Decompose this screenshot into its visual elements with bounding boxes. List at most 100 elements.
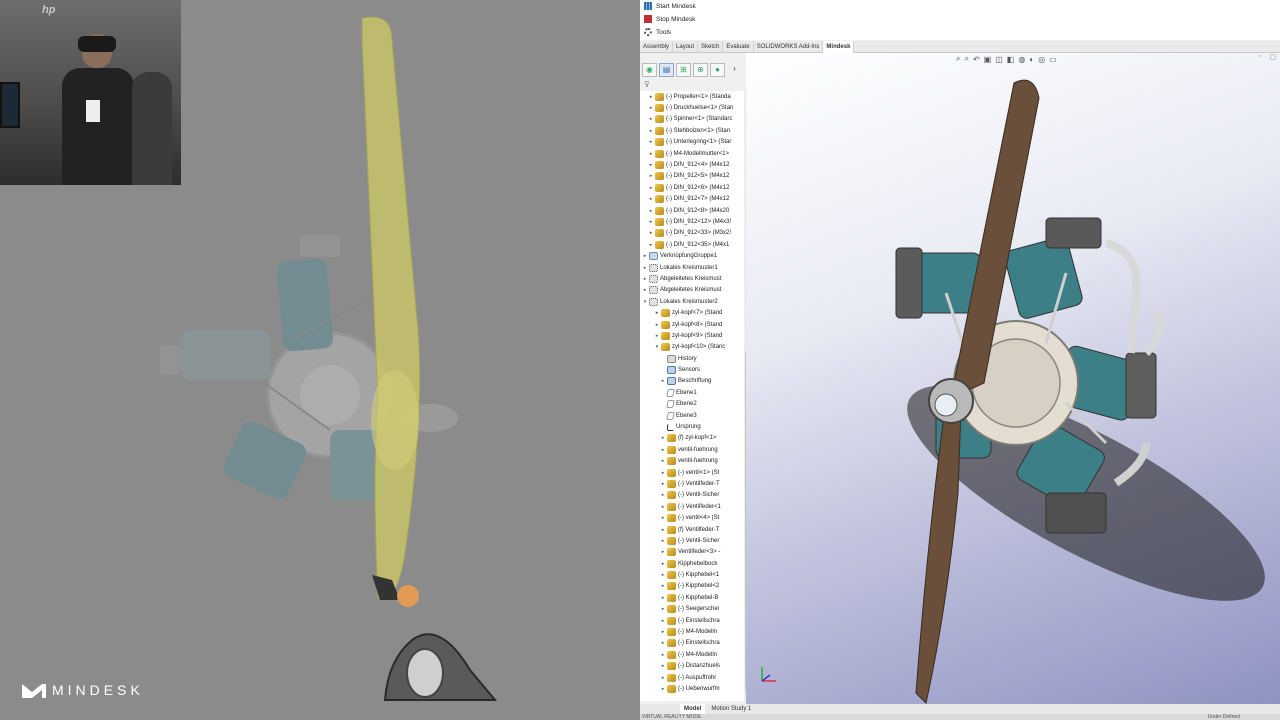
tree-row[interactable]: ▸ (-) Ventil-Sicher — [640, 535, 744, 546]
tree-row[interactable]: ▸ Abgeleitetes Kreismust — [640, 285, 744, 296]
chevron-right-icon[interactable]: ▸ — [642, 276, 648, 282]
chevron-right-icon[interactable]: ▸ — [660, 527, 666, 533]
graphics-viewport[interactable]: ⌕ ⌕ ↶ ▣ ◫ ◧ ◍ ◐ ◎ ▭ ▫ ▢ — [746, 53, 1280, 704]
tree-row[interactable]: ▸ (-) Einstellschra — [640, 638, 744, 649]
tree-row[interactable]: ▸ (-) DIN_912<4> (M4x12 — [640, 159, 744, 170]
feature-tree-icon[interactable]: ▤ — [659, 63, 674, 77]
tools-button[interactable]: Tools — [644, 26, 671, 38]
chevron-right-icon[interactable]: ▸ — [660, 652, 666, 658]
chevron-down-icon[interactable]: ▾ — [642, 299, 648, 305]
chevron-right-icon[interactable]: ▸ — [648, 94, 654, 100]
tree-row[interactable]: ▸ (-) Druckhuelse<1> (Stan — [640, 102, 744, 113]
chevron-right-icon[interactable]: ▸ — [654, 333, 660, 339]
chevron-right-icon[interactable]: ▸ — [660, 618, 666, 624]
tab-model[interactable]: Model — [680, 704, 706, 714]
tree-row[interactable]: ▸ (f) zyl-kopf<1> — [640, 433, 744, 444]
chevron-right-icon[interactable]: ▸ — [642, 253, 648, 259]
tree-row[interactable]: ▸ ventil-fuehrung — [640, 456, 744, 467]
tab-solidworks-add-ins[interactable]: SOLIDWORKS Add-Ins — [754, 41, 824, 53]
chevron-right-icon[interactable]: ▸ — [648, 230, 654, 236]
chevron-right-icon[interactable]: ▸ — [660, 686, 666, 692]
chevron-right-icon[interactable]: ▸ — [660, 458, 666, 464]
tree-row[interactable]: ▸ (-) Ventil-Sicher — [640, 490, 744, 501]
tree-row[interactable]: Ursprung — [640, 421, 744, 432]
chevron-right-icon[interactable]: ▸ — [660, 583, 666, 589]
tree-row[interactable]: ▸ (-) DIN_912<8> (M4x20 — [640, 205, 744, 216]
tree-row[interactable]: ▸ (-) Ventilfeder<1 — [640, 501, 744, 512]
tree-row[interactable]: ▸ (-) M4-Modelln — [640, 649, 744, 660]
chevron-right-icon[interactable]: ▸ — [660, 663, 666, 669]
appearance-icon[interactable]: ● — [710, 63, 725, 77]
tree-row[interactable]: ▸ (-) Kipphebel-B — [640, 592, 744, 603]
chevron-right-icon[interactable]: ▸ — [660, 561, 666, 567]
vr-viewport[interactable]: hp MINDESK — [0, 0, 640, 720]
tree-row[interactable]: Sensors — [640, 364, 744, 375]
chevron-right-icon[interactable]: ▸ — [660, 504, 666, 510]
tree-row[interactable]: Ebene2 — [640, 399, 744, 410]
chevron-right-icon[interactable]: ▸ — [648, 196, 654, 202]
tree-row[interactable]: ▸ (-) Unterlegring<1> (Star — [640, 137, 744, 148]
tab-motion-study-1[interactable]: Motion Study 1 — [707, 704, 755, 714]
tree-row[interactable]: ▸ (-) DIN_912<6> (M4x12 — [640, 182, 744, 193]
chevron-right-icon[interactable]: ▸ — [660, 640, 666, 646]
chevron-right-icon[interactable]: ▸ — [660, 435, 666, 441]
tree-row[interactable]: ▸ (-) DIN_912<33> (M3x2! — [640, 228, 744, 239]
chevron-right-icon[interactable]: ▸ — [660, 378, 666, 384]
chevron-right-icon[interactable]: ▸ — [660, 606, 666, 612]
chevron-right-icon[interactable]: ▸ — [648, 208, 654, 214]
tree-row[interactable]: ▸ (-) DIN_912<35> (M4x1 — [640, 239, 744, 250]
start-mindesk-button[interactable]: Start Mindesk — [644, 0, 696, 12]
tree-row[interactable]: ▸ VerknüpfungGruppe1 — [640, 250, 744, 261]
property-manager-icon[interactable]: ⊞ — [676, 63, 691, 77]
tree-row[interactable]: ▸ Kipphebelbock — [640, 558, 744, 569]
chevron-right-icon[interactable]: ▸ — [648, 151, 654, 157]
chevron-right-icon[interactable]: › — [727, 63, 742, 77]
tree-row[interactable]: ▸ (-) Einstellschra — [640, 615, 744, 626]
tree-row[interactable]: ▸ (-) ventil<1> (St — [640, 467, 744, 478]
chevron-right-icon[interactable]: ▸ — [648, 185, 654, 191]
tree-row[interactable]: ▸ (f) Ventilfeder-T — [640, 524, 744, 535]
tree-row[interactable]: Ebene3 — [640, 410, 744, 421]
tree-row[interactable]: Ebene1 — [640, 387, 744, 398]
display-pane-icon[interactable]: ◉ — [642, 63, 657, 77]
chevron-right-icon[interactable]: ▸ — [648, 105, 654, 111]
tree-row[interactable]: ▸ (-) Distanzhuels — [640, 661, 744, 672]
tree-row[interactable]: ▸ (-) Auspuffrohr — [640, 672, 744, 683]
tree-row[interactable]: ▸ (-) ventil<4> (St — [640, 512, 744, 523]
tree-row[interactable]: ▸ Ventilfeder<3> - — [640, 547, 744, 558]
filter-icon[interactable]: ⊽ — [644, 80, 650, 89]
chevron-right-icon[interactable]: ▸ — [654, 322, 660, 328]
tree-row[interactable]: ▸ (-) DIN_912<7> (M4x12 — [640, 194, 744, 205]
tree-row[interactable]: ▸ zyl-kopf<7> (Stand — [640, 307, 744, 318]
chevron-right-icon[interactable]: ▸ — [648, 219, 654, 225]
chevron-right-icon[interactable]: ▸ — [660, 629, 666, 635]
tree-row[interactable]: ▸ zyl-kopf<8> (Stand — [640, 319, 744, 330]
chevron-right-icon[interactable]: ▸ — [654, 310, 660, 316]
chevron-down-icon[interactable]: ▾ — [654, 344, 660, 350]
tab-layout[interactable]: Layout — [673, 41, 699, 53]
tab-sketch[interactable]: Sketch — [698, 41, 724, 53]
chevron-right-icon[interactable]: ▸ — [642, 265, 648, 271]
tree-row[interactable]: ▸ Beschriftung — [640, 376, 744, 387]
chevron-right-icon[interactable]: ▸ — [660, 492, 666, 498]
configuration-manager-icon[interactable]: ⊕ — [693, 63, 708, 77]
chevron-right-icon[interactable]: ▸ — [660, 481, 666, 487]
feature-tree[interactable]: ▸ (-) Propeller<1> (Standa ▸ (-) Druckhuels… — [640, 91, 744, 701]
chevron-right-icon[interactable]: ▸ — [660, 515, 666, 521]
tree-row[interactable]: ▸ ventil-fuehrung — [640, 444, 744, 455]
tree-row[interactable]: ▸ (-) Kipphebel<2 — [640, 581, 744, 592]
tree-row[interactable]: ▸ (-) DIN_912<5> (M4x12 — [640, 171, 744, 182]
tab-evaluate[interactable]: Evaluate — [723, 41, 754, 53]
tab-mindesk[interactable]: Mindesk — [823, 41, 855, 53]
stop-mindesk-button[interactable]: Stop Mindesk — [644, 13, 695, 25]
tree-row[interactable]: ▸ (-) M4-Modellmutter<1> — [640, 148, 744, 159]
tree-row[interactable]: ▸ (-) Seegerschei — [640, 604, 744, 615]
chevron-right-icon[interactable]: ▸ — [660, 595, 666, 601]
tree-row[interactable]: ▸ (-) M4-Modelln — [640, 626, 744, 637]
chevron-right-icon[interactable]: ▸ — [648, 162, 654, 168]
tree-row[interactable]: ▾ zyl-kopf<10> (Stanc — [640, 342, 744, 353]
tree-row[interactable]: ▸ (-) Ventilfeder-T — [640, 478, 744, 489]
tree-row[interactable]: ▸ (-) Propeller<1> (Standa — [640, 91, 744, 102]
tree-row[interactable]: History — [640, 353, 744, 364]
chevron-right-icon[interactable]: ▸ — [660, 470, 666, 476]
